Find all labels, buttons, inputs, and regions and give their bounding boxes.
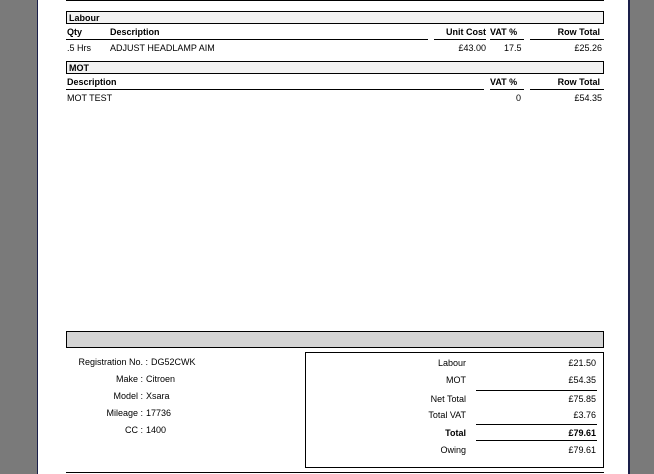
totals-box: Labour £21.50 MOT £54.35 Net Total £75.8… [305,352,604,468]
cc-value: 1400 [146,425,167,435]
mot-vat: 0 [516,93,522,103]
mot-section-header: MOT [66,61,604,74]
net-total-rule [476,390,597,391]
cc-label: CC : [125,425,143,435]
totals-mot-value: £54.35 [568,375,596,385]
labour-vat: 17.5 [504,43,522,53]
bottom-rule [66,472,604,473]
top-rule [66,0,604,1]
labour-description-header: Description [110,27,160,37]
labour-vat-rule [490,39,524,40]
labour-qty-header: Qty [67,27,83,37]
labour-unit-cost: £43.00 [458,43,486,53]
total-rule-bottom [476,440,597,441]
totals-net-value: £75.85 [568,394,596,404]
registration-value: DG52CWK [151,357,196,367]
labour-section-title: Labour [69,13,100,23]
make-value: Citroen [146,374,176,384]
labour-unit-cost-header: Unit Cost [446,27,486,37]
totals-owing-label: Owing [440,445,466,455]
totals-labour-label: Labour [437,358,466,368]
totals-mot-label: MOT [446,375,466,385]
totals-total-label: Total [445,428,466,438]
totals-owing-value: £79.61 [568,445,596,455]
totals-vat-label: Total VAT [428,410,466,420]
labour-description: ADJUST HEADLAMP AIM [110,43,215,53]
mot-section-title: MOT [69,63,89,73]
labour-row-total: £25.26 [574,43,602,53]
make-label: Make : [115,374,143,384]
totals-vat-value: £3.76 [573,410,596,420]
registration-label: Registration No. : [78,357,148,367]
labour-qty: .5 Hrs [67,43,92,53]
mileage-label: Mileage : [106,408,143,418]
labour-row-total-header: Row Total [557,27,600,37]
mot-description-header: Description [67,77,117,87]
summary-separator-bar [66,331,604,348]
mot-description: MOT TEST [67,93,113,103]
labour-section-header: Labour [66,11,604,24]
mot-vat-header: VAT % [490,77,518,87]
labour-vat-header: VAT % [490,27,518,37]
mot-row-total: £54.35 [574,93,602,103]
mileage-value: 17736 [146,408,172,418]
mot-total-rule [530,89,604,90]
total-rule-top [476,424,597,425]
invoice-page: Labour Qty Description Unit Cost VAT % R… [37,0,630,474]
model-label: Model : [113,391,143,401]
mot-row-total-header: Row Total [557,77,600,87]
totals-labour-value: £21.50 [568,358,596,368]
labour-unit-rule [434,39,486,40]
mot-vat-rule [490,89,524,90]
totals-total-value: £79.61 [568,428,596,438]
labour-total-rule [530,39,604,40]
totals-net-label: Net Total [430,394,466,404]
labour-desc-rule [66,39,428,40]
model-value: Xsara [146,391,170,401]
mot-desc-rule [66,89,484,90]
